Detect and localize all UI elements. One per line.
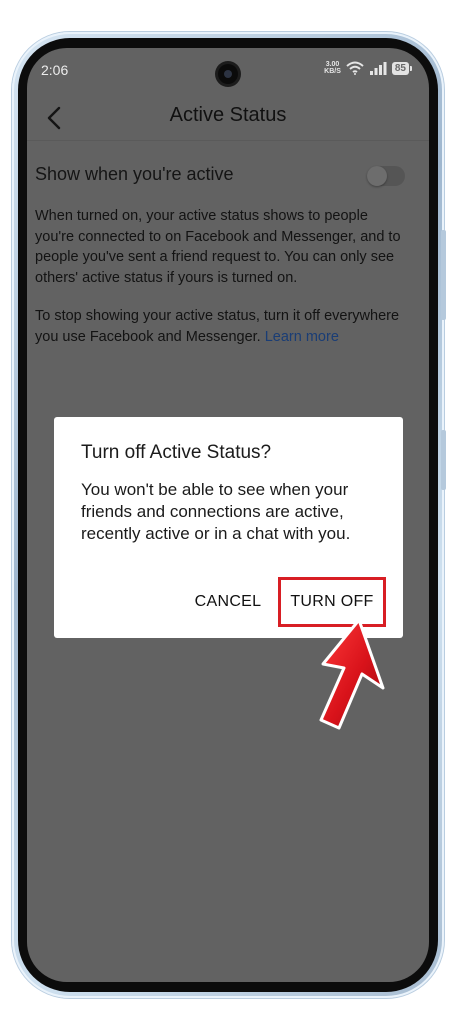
volume-button: [441, 230, 446, 320]
power-button: [441, 430, 446, 490]
battery-icon: 85: [391, 61, 413, 75]
turn-off-dialog: Turn off Active Status? You won't be abl…: [54, 417, 403, 638]
setting-row-show-active[interactable]: Show when you're active: [35, 162, 405, 192]
description-paragraph-2: To stop showing your active status, turn…: [35, 306, 407, 347]
pointer-arrow-icon: [319, 618, 385, 730]
status-icons: 3.00 KB/S 85: [324, 61, 413, 75]
wifi-icon: [346, 61, 364, 75]
active-status-toggle[interactable]: [367, 166, 405, 186]
toggle-knob: [367, 166, 387, 186]
front-camera: [218, 64, 238, 84]
dialog-title: Turn off Active Status?: [81, 442, 272, 463]
description-paragraph-2-text: To stop showing your active status, turn…: [35, 308, 400, 345]
dialog-body: You won't be able to see when your frien…: [81, 480, 351, 543]
learn-more-link[interactable]: Learn more: [265, 329, 339, 345]
setting-label: Show when you're active: [35, 164, 234, 184]
net-speed-value: 3.00: [325, 61, 340, 68]
cancel-button[interactable]: CANCEL: [188, 577, 268, 627]
description-paragraph-1: When turned on, your active status shows…: [35, 208, 401, 286]
net-speed-unit: KB/S: [324, 68, 341, 75]
signal-icon: [369, 61, 387, 75]
net-speed: 3.00 KB/S: [324, 61, 341, 75]
page-title: Active Status: [169, 104, 287, 126]
screen: 2:06 3.00 KB/S 85 Active Status Show whe…: [27, 48, 429, 982]
navigation-area: [27, 962, 429, 982]
status-bar: 2:06 3.00 KB/S 85: [27, 48, 429, 92]
status-time: 2:06: [41, 62, 69, 78]
